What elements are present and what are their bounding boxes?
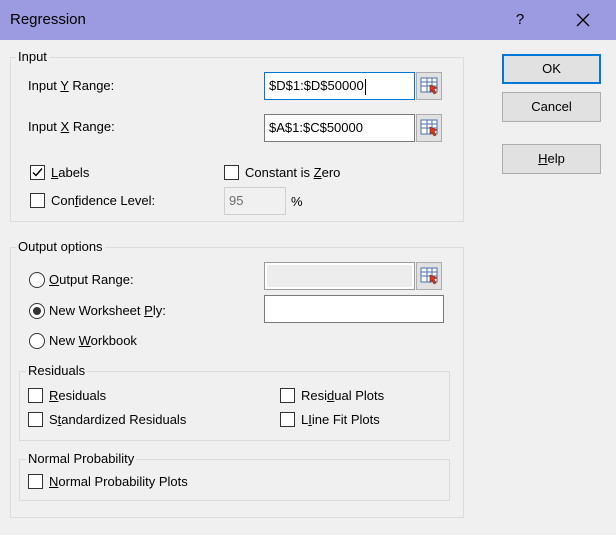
ok-button[interactable]: OK	[502, 54, 601, 84]
output-range-radio[interactable]	[29, 272, 45, 288]
labels-checkbox-label: Labels	[51, 165, 90, 180]
constant-is-zero-checkbox[interactable]	[224, 165, 239, 180]
radio-selected-dot	[33, 307, 41, 315]
output-range-label: Output Range:	[49, 272, 134, 287]
help-dialog-button[interactable]: Help	[502, 144, 601, 174]
new-worksheet-ply-radio[interactable]	[29, 303, 45, 319]
range-selector-icon	[420, 119, 438, 137]
input-y-range-label: Input Y Range:	[28, 78, 115, 93]
constant-is-zero-label: Constant is Zero	[245, 165, 341, 180]
close-icon	[576, 13, 590, 27]
output-options-legend: Output options	[16, 239, 105, 254]
cancel-button[interactable]: Cancel	[502, 92, 601, 122]
input-x-range-picker-button[interactable]	[416, 114, 442, 142]
help-button[interactable]: ?	[508, 8, 532, 32]
output-range-picker-button[interactable]	[416, 262, 442, 290]
residuals-group	[19, 371, 450, 441]
normal-probability-plots-checkbox[interactable]	[28, 474, 43, 489]
line-fit-plots-label: LIine Fit Plots	[301, 412, 380, 427]
range-selector-icon	[420, 267, 438, 285]
normal-probability-legend: Normal Probability	[26, 451, 137, 466]
confidence-level-checkbox[interactable]	[30, 193, 45, 208]
input-y-range-picker-button[interactable]	[416, 72, 442, 100]
window-title: Regression	[10, 11, 86, 28]
new-workbook-radio[interactable]	[29, 333, 45, 349]
residuals-checkbox[interactable]	[28, 388, 43, 403]
confidence-level-field[interactable]: 95	[224, 187, 286, 215]
residual-plots-label: Residual Plots	[301, 388, 385, 403]
checkmark-icon	[32, 168, 43, 177]
residuals-legend: Residuals	[26, 363, 88, 378]
new-worksheet-ply-label: New Worksheet Ply:	[49, 303, 166, 318]
input-x-range-field[interactable]: $A$1:$C$50000	[264, 114, 415, 142]
confidence-percent-label: %	[291, 194, 303, 209]
labels-checkbox[interactable]	[30, 165, 45, 180]
confidence-level-label: Confidence Level:	[51, 193, 156, 208]
input-y-range-field[interactable]: $D$1:$D$50000	[264, 72, 415, 100]
standardized-residuals-label: Standardized Residuals	[49, 412, 187, 427]
text-caret	[364, 78, 366, 95]
new-worksheet-ply-field[interactable]	[264, 295, 444, 323]
input-group-legend: Input	[16, 49, 49, 64]
standardized-residuals-checkbox[interactable]	[28, 412, 43, 427]
residuals-label: Residuals	[49, 388, 107, 403]
residual-plots-checkbox[interactable]	[280, 388, 295, 403]
new-workbook-label: New Workbook	[49, 333, 137, 348]
output-range-field[interactable]	[264, 262, 415, 290]
line-fit-plots-checkbox[interactable]	[280, 412, 295, 427]
range-selector-icon	[420, 77, 438, 95]
title-bar: Regression ?	[0, 0, 616, 40]
normal-probability-plots-label: Normal Probability Plots	[49, 474, 188, 489]
input-x-range-label: Input X Range:	[28, 119, 115, 134]
close-button[interactable]	[568, 8, 598, 32]
